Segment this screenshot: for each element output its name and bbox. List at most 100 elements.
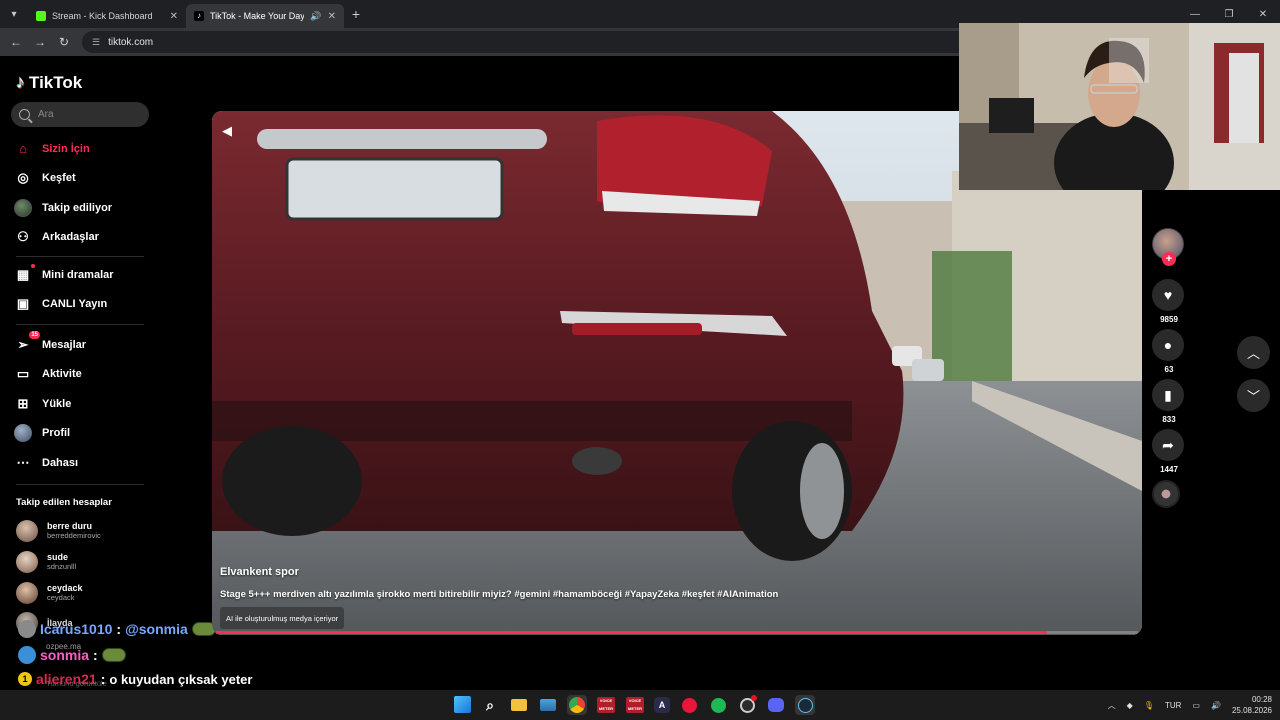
- chat-text: o kuyudan çıksak yeter: [109, 671, 253, 687]
- volume-icon[interactable]: ◀: [222, 123, 232, 139]
- webcam-feed-image: [959, 23, 1280, 190]
- tab-kick-dashboard[interactable]: Stream - Kick Dashboard ✕: [28, 4, 186, 28]
- app-icon[interactable]: A: [654, 697, 670, 713]
- nav-label: Arkadaşlar: [42, 231, 99, 244]
- share-button[interactable]: ➦: [1152, 429, 1184, 461]
- followed-account[interactable]: ceydack ceydack: [16, 582, 83, 604]
- close-tab-icon[interactable]: ✕: [328, 11, 336, 22]
- music-disc-icon[interactable]: [1152, 480, 1180, 508]
- follow-plus-icon[interactable]: +: [1162, 252, 1176, 266]
- nav-item-friends[interactable]: ⚇ Arkadaşlar: [14, 223, 164, 253]
- like-button[interactable]: ♥: [1152, 279, 1184, 311]
- nav-item-explore[interactable]: ◎ Keşfet: [14, 164, 164, 194]
- chat-username: Icarus1010: [40, 621, 113, 637]
- nav-label: Mesajlar: [42, 338, 87, 351]
- nav-label: Keşfet: [42, 172, 76, 185]
- followed-account[interactable]: sude sdnzunlll: [16, 551, 76, 573]
- voice-meeter-icon[interactable]: VOICE METER: [596, 695, 616, 715]
- display-icon[interactable]: ▭: [1192, 701, 1200, 710]
- video-progress-bar[interactable]: [216, 631, 1138, 634]
- followed-account[interactable]: berre duru berreddemirovic: [16, 520, 101, 542]
- obs-icon[interactable]: [737, 695, 757, 715]
- search-input[interactable]: [38, 109, 138, 120]
- messages-icon: ➢ 15: [17, 330, 40, 352]
- account-name: berre duru: [47, 521, 93, 531]
- avatar: [16, 582, 38, 604]
- tab-tiktok[interactable]: ♪ TikTok - Make Your Day 🔊 ✕: [186, 4, 344, 28]
- system-tray: ︿ ◆ 🎙 TUR ▭ 🔊 00:28 25.08.2026: [1108, 690, 1272, 720]
- live-icon: ▣: [16, 296, 30, 312]
- microphone-icon[interactable]: 🎙: [1144, 701, 1154, 710]
- discord-tray-icon[interactable]: ◆: [1127, 701, 1133, 710]
- comment-button[interactable]: ●: [1152, 329, 1184, 361]
- clock-time: 00:28: [1251, 695, 1272, 704]
- tab-title: Stream - Kick Dashboard: [52, 11, 153, 21]
- nav-item-messages[interactable]: ➢ 15 Mesajlar: [14, 330, 164, 360]
- photos-icon[interactable]: [538, 695, 558, 715]
- friends-icon: ⚇: [17, 229, 29, 245]
- close-tab-icon[interactable]: ✕: [170, 11, 178, 22]
- taskbar-apps: ⌕ VOICE METER VOICE METER A: [454, 695, 815, 715]
- account-name: ceydack: [47, 583, 83, 593]
- steam-icon[interactable]: [795, 695, 815, 715]
- clock[interactable]: 00:28 25.08.2026: [1232, 694, 1272, 716]
- nav-label: Mini dramalar: [42, 268, 114, 281]
- discord-icon[interactable]: [766, 695, 786, 715]
- forward-icon[interactable]: →: [28, 35, 52, 49]
- nav-label: Aktivite: [42, 368, 82, 381]
- nav-item-profile[interactable]: Profil: [14, 419, 164, 449]
- nav-tertiary: ➢ 15 Mesajlar ▭ Aktivite ⊞ Yükle Profil ⋯…: [14, 330, 164, 478]
- chat-badge-icon: 1: [18, 672, 32, 686]
- chevron-up-icon[interactable]: ︿: [1108, 700, 1116, 711]
- chrome-icon[interactable]: [567, 695, 587, 715]
- file-explorer-icon[interactable]: [509, 695, 529, 715]
- more-icon: ⋯: [16, 454, 30, 470]
- profile-avatar-icon: [14, 424, 32, 443]
- new-tab-button[interactable]: +: [344, 6, 368, 22]
- nav-item-mini-dramas[interactable]: ▦ Mini dramalar: [14, 260, 164, 290]
- chat-badge-icon: [18, 620, 36, 638]
- nav-primary: ⌂ Sizin İçin ◎ Keşfet Takip ediliyor ⚇ A…: [14, 134, 164, 252]
- nav-divider: [16, 324, 144, 325]
- ai-content-label: AI ile oluşturulmuş medya içeriyor: [220, 607, 345, 629]
- nav-label: Profil: [42, 427, 71, 440]
- youtube-music-icon[interactable]: [679, 695, 699, 715]
- back-icon[interactable]: ←: [4, 35, 28, 49]
- nav-divider: [16, 484, 144, 485]
- site-info-icon[interactable]: ☰: [92, 37, 100, 48]
- search-icon[interactable]: ⌕: [480, 695, 500, 715]
- followed-accounts-title: Takip edilen hesaplar: [16, 497, 112, 508]
- windows-taskbar: ⌕ VOICE METER VOICE METER A ︿ ◆ 🎙 TUR ▭ …: [0, 690, 1280, 720]
- save-button[interactable]: ▮: [1152, 379, 1184, 411]
- film-icon: ▦: [14, 263, 35, 284]
- nav-item-following[interactable]: Takip ediliyor: [14, 193, 164, 223]
- spotify-icon[interactable]: [708, 695, 728, 715]
- nav-item-activity[interactable]: ▭ Aktivite: [14, 360, 164, 390]
- language-indicator[interactable]: TUR: [1165, 701, 1181, 710]
- tab-audio-icon[interactable]: 🔊: [310, 11, 321, 22]
- voice-meeter-icon-2[interactable]: VOICE METER: [625, 695, 645, 715]
- chat-colon: :: [116, 621, 122, 637]
- video-progress-fill: [216, 631, 1047, 634]
- windows-start-icon[interactable]: [454, 696, 471, 713]
- streamer-webcam: [959, 23, 1280, 190]
- nav-item-more[interactable]: ⋯ Dahası: [14, 448, 164, 478]
- creator-avatar[interactable]: +: [1152, 228, 1184, 266]
- nav-item-upload[interactable]: ⊞ Yükle: [14, 389, 164, 419]
- previous-video-button[interactable]: ︿: [1237, 336, 1270, 369]
- tiktok-logo[interactable]: ♪ TikTok: [16, 72, 82, 93]
- volume-icon[interactable]: 🔊: [1211, 701, 1221, 710]
- video-author[interactable]: Elvankent spor: [220, 566, 299, 578]
- nav-item-live[interactable]: ▣ CANLI Yayın: [14, 290, 164, 320]
- search-box[interactable]: [11, 102, 149, 127]
- chevron-up-icon: ︿: [1246, 346, 1260, 361]
- url-bar[interactable]: ☰ tiktok.com: [82, 31, 982, 53]
- save-count: 833: [1162, 415, 1176, 424]
- next-video-button[interactable]: ﹀: [1237, 379, 1270, 412]
- nav-item-for-you[interactable]: ⌂ Sizin İçin: [14, 134, 164, 164]
- reload-icon[interactable]: ↻: [52, 35, 76, 49]
- voicemeeter-label: VOICE METER: [626, 697, 644, 713]
- comment-icon: ●: [1163, 337, 1173, 353]
- tab-search-button[interactable]: ▾: [0, 0, 28, 28]
- nav-label: Yükle: [42, 397, 72, 410]
